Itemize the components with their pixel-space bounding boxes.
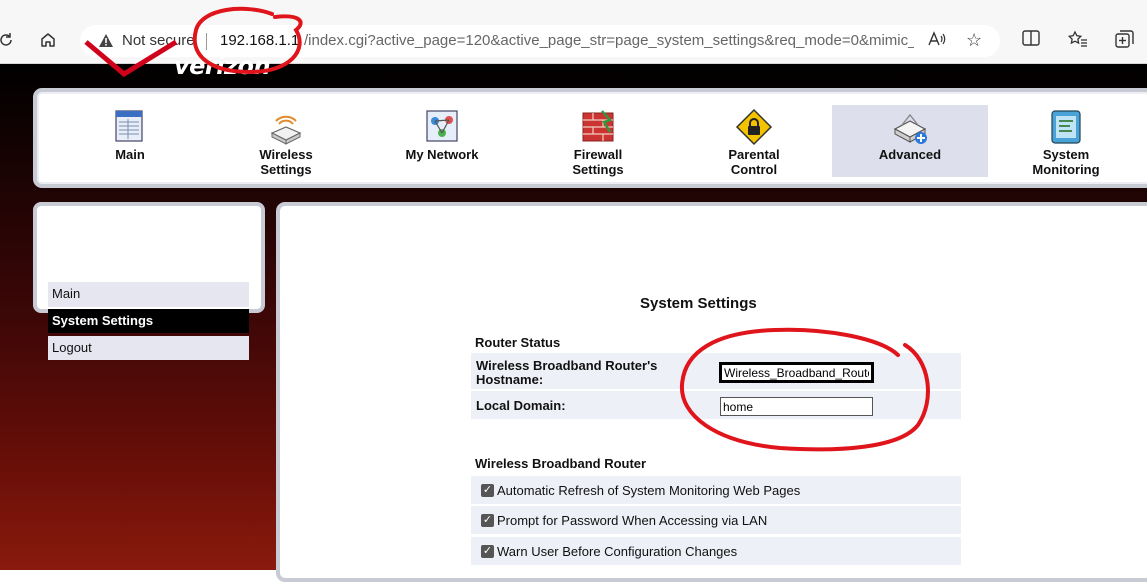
sidebar-item-main[interactable]: Main xyxy=(48,282,249,306)
nav-parental-label-2: Control xyxy=(730,162,778,177)
favorite-star-icon[interactable]: ☆ xyxy=(966,30,982,51)
nav-wireless-settings[interactable]: Wireless Settings xyxy=(208,105,364,177)
nav-firewall-label-1: Firewall xyxy=(573,147,623,162)
advanced-icon xyxy=(893,113,927,144)
option-prompt-password-row: ✓ Prompt for Password When Accessing via… xyxy=(471,506,961,535)
nav-main[interactable]: Main xyxy=(52,105,208,177)
nav-wireless-label-2: Settings xyxy=(260,162,312,177)
prompt-password-checkbox[interactable]: ✓ xyxy=(481,514,494,527)
network-icon xyxy=(426,110,458,142)
local-domain-row: Local Domain: xyxy=(471,391,961,420)
nav-monitoring-label-1: System xyxy=(1042,147,1090,162)
nav-advanced-label: Advanced xyxy=(878,147,942,162)
refresh-icon[interactable] xyxy=(0,22,16,58)
hostname-row: Wireless Broadband Router's Hostname: xyxy=(471,353,961,390)
main-icon xyxy=(115,110,143,142)
top-nav: Main Wireless Settings My Network Firewa… xyxy=(33,88,1147,188)
nav-my-network[interactable]: My Network xyxy=(364,105,520,177)
option-auto-refresh-row: ✓ Automatic Refresh of System Monitoring… xyxy=(471,476,961,505)
nav-parental-label-1: Parental xyxy=(728,147,780,162)
hostname-input[interactable] xyxy=(719,362,874,383)
url-path[interactable]: /index.cgi?active_page=120&active_page_s… xyxy=(304,32,914,49)
page-title: System Settings xyxy=(640,295,757,312)
local-domain-input[interactable] xyxy=(720,397,873,416)
local-domain-label: Local Domain: xyxy=(476,398,566,413)
warn-user-label: Warn User Before Configuration Changes xyxy=(497,544,738,559)
nav-firewall-label-2: Settings xyxy=(572,162,624,177)
collections-icon[interactable] xyxy=(1115,30,1135,53)
parental-icon xyxy=(735,108,773,146)
nav-parental-control[interactable]: Parental Control xyxy=(676,105,832,177)
warn-user-checkbox[interactable]: ✓ xyxy=(481,545,494,558)
nav-main-label: Main xyxy=(115,147,145,162)
router-section-heading: Wireless Broadband Router xyxy=(475,456,647,471)
favorites-list-icon[interactable] xyxy=(1067,30,1088,53)
firewall-icon xyxy=(582,110,614,142)
router-status-heading: Router Status xyxy=(475,335,561,350)
sidebar-item-logout[interactable]: Logout xyxy=(48,336,249,360)
option-warn-user-row: ✓ Warn User Before Configuration Changes xyxy=(471,537,961,566)
auto-refresh-checkbox[interactable]: ✓ xyxy=(481,484,494,497)
nav-network-label: My Network xyxy=(405,147,479,162)
nav-monitoring-label-2: Monitoring xyxy=(1032,162,1100,177)
prompt-password-label: Prompt for Password When Accessing via L… xyxy=(497,513,768,528)
home-icon[interactable] xyxy=(36,22,60,58)
monitoring-icon xyxy=(1051,110,1081,144)
split-screen-icon[interactable] xyxy=(1022,30,1040,51)
verizon-logo-text: verizon xyxy=(174,52,271,80)
nav-system-monitoring[interactable]: System Monitoring xyxy=(988,105,1144,177)
wireless-icon xyxy=(270,115,302,145)
sidebar-item-system-settings[interactable]: System Settings xyxy=(48,309,249,333)
nav-advanced[interactable]: Advanced xyxy=(832,105,988,177)
nav-firewall-settings[interactable]: Firewall Settings xyxy=(520,105,676,177)
hostname-label: Wireless Broadband Router's Hostname: xyxy=(476,358,658,387)
auto-refresh-label: Automatic Refresh of System Monitoring W… xyxy=(497,483,801,498)
read-aloud-icon[interactable] xyxy=(927,30,947,53)
nav-wireless-label-1: Wireless xyxy=(259,147,313,162)
